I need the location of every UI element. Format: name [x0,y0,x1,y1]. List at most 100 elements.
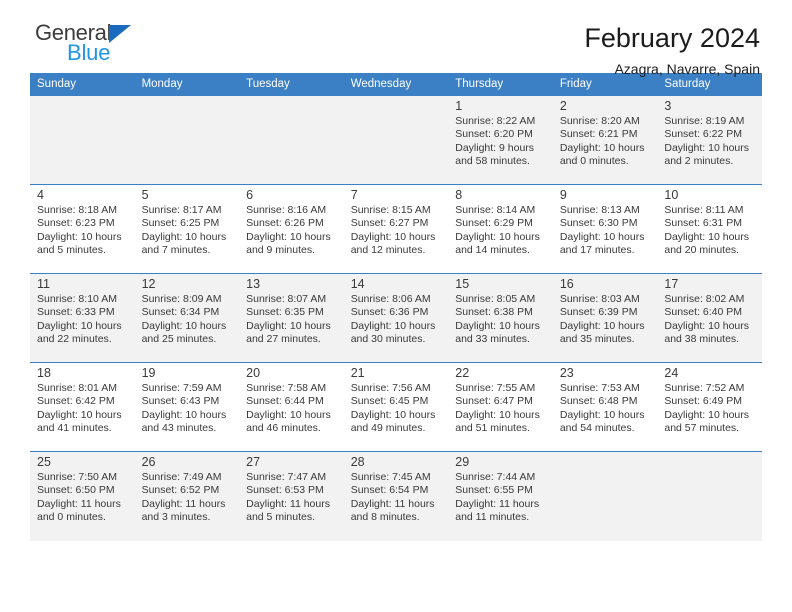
daylight-duration-line1: Daylight: 10 hours [559,319,645,332]
calendar-day-cell[interactable]: 19 Sunrise: 7:59 AM Sunset: 6:43 PM Dayligh… [134,362,240,452]
sunrise-time: Sunrise: 8:20 AM [559,115,640,127]
sunset-time: Sunset: 6:21 PM [559,128,638,141]
general-blue-logo[interactable]: General Blue [30,22,132,64]
day-cell-content [344,96,449,99]
sunrise-time: Sunrise: 8:03 AM [559,293,640,305]
daylight-duration-line2: and 3 minutes. [141,511,211,524]
calendar-day-cell[interactable]: 28 Sunrise: 7:45 AM Sunset: 6:54 PM Dayligh… [343,451,449,541]
day-number: 9 [559,188,567,202]
page-title: February 2024 [584,23,760,53]
day-number: 10 [664,188,679,202]
daylight-duration-line2: and 25 minutes. [141,333,217,346]
day-cell-content: 11 Sunrise: 8:10 AM Sunset: 6:33 PM Dayligh… [30,274,135,347]
sunset-time: Sunset: 6:49 PM [664,395,743,408]
calendar-day-cell[interactable]: 2 Sunrise: 8:20 AM Sunset: 6:21 PM Daylight… [552,95,658,185]
day-sun-info: Sunrise: 7:58 AM Sunset: 6:44 PM Daylight:… [246,382,337,436]
calendar-day-cell[interactable]: 14 Sunrise: 8:06 AM Sunset: 6:36 PM Dayligh… [343,273,449,363]
sunrise-time: Sunrise: 7:52 AM [664,382,745,394]
weekday-header-wednesday: Wednesday [343,73,449,96]
calendar-day-cell[interactable]: 6 Sunrise: 8:16 AM Sunset: 6:26 PM Daylight… [239,184,344,274]
daylight-duration-line2: and 22 minutes. [37,333,112,346]
daylight-duration-line2: and 43 minutes. [141,422,217,435]
sunset-time: Sunset: 6:42 PM [37,395,115,408]
calendar-day-cell[interactable]: 12 Sunrise: 8:09 AM Sunset: 6:34 PM Dayligh… [134,273,240,363]
day-number: 29 [455,455,470,469]
calendar-day-cell[interactable]: 9 Sunrise: 8:13 AM Sunset: 6:30 PM Daylight… [552,184,658,274]
calendar-day-cell[interactable]: 5 Sunrise: 8:17 AM Sunset: 6:25 PM Daylight… [134,184,240,274]
daylight-duration-line2: and 27 minutes. [246,333,321,346]
calendar-day-cell[interactable]: 25 Sunrise: 7:50 AM Sunset: 6:50 PM Dayligh… [30,451,135,541]
daylight-duration-line2: and 9 minutes. [246,244,316,257]
daylight-duration-line2: and 20 minutes. [664,244,740,257]
calendar-day-cell[interactable]: 7 Sunrise: 8:15 AM Sunset: 6:27 PM Daylight… [343,184,449,274]
calendar-week-row: 25 Sunrise: 7:50 AM Sunset: 6:50 PM Dayligh… [30,451,762,541]
sunrise-time: Sunrise: 7:49 AM [141,471,222,483]
calendar-day-cell[interactable]: 16 Sunrise: 8:03 AM Sunset: 6:39 PM Dayligh… [552,273,658,363]
daylight-duration-line1: Daylight: 10 hours [455,408,540,421]
calendar-cell-empty [343,95,449,185]
sunrise-time: Sunrise: 8:01 AM [37,382,117,394]
day-cell-content: 25 Sunrise: 7:50 AM Sunset: 6:50 PM Dayligh… [30,452,135,525]
daylight-duration-line1: Daylight: 10 hours [141,230,227,243]
day-cell-content [135,96,240,99]
calendar-day-cell[interactable]: 3 Sunrise: 8:19 AM Sunset: 6:22 PM Daylight… [657,95,762,185]
day-number: 3 [664,99,672,113]
day-number: 22 [455,366,470,380]
day-cell-content: 13 Sunrise: 8:07 AM Sunset: 6:35 PM Dayligh… [239,274,344,347]
day-cell-content [239,96,344,99]
sunset-time: Sunset: 6:44 PM [246,395,324,408]
calendar-day-cell[interactable]: 18 Sunrise: 8:01 AM Sunset: 6:42 PM Dayligh… [30,362,135,452]
sunrise-time: Sunrise: 7:53 AM [559,382,640,394]
calendar-day-cell[interactable]: 13 Sunrise: 8:07 AM Sunset: 6:35 PM Dayligh… [239,273,344,363]
day-cell-content: 1 Sunrise: 8:22 AM Sunset: 6:20 PM Daylight… [448,96,553,169]
day-sun-info: Sunrise: 8:14 AM Sunset: 6:29 PM Daylight:… [455,204,546,258]
day-cell-content: 23 Sunrise: 7:53 AM Sunset: 6:48 PM Dayligh… [553,363,658,436]
calendar-day-cell[interactable]: 20 Sunrise: 7:58 AM Sunset: 6:44 PM Dayligh… [239,362,344,452]
calendar-day-cell[interactable]: 23 Sunrise: 7:53 AM Sunset: 6:48 PM Dayligh… [552,362,658,452]
day-cell-content: 15 Sunrise: 8:05 AM Sunset: 6:38 PM Dayligh… [448,274,553,347]
day-sun-info: Sunrise: 8:15 AM Sunset: 6:27 PM Daylight:… [351,204,442,258]
calendar-day-cell[interactable]: 26 Sunrise: 7:49 AM Sunset: 6:52 PM Dayligh… [134,451,240,541]
weekday-header-thursday: Thursday [448,73,553,96]
sunset-time: Sunset: 6:43 PM [141,395,220,408]
calendar-week-row: 18 Sunrise: 8:01 AM Sunset: 6:42 PM Dayligh… [30,362,762,452]
sunset-time: Sunset: 6:47 PM [455,395,533,408]
calendar-day-cell[interactable]: 17 Sunrise: 8:02 AM Sunset: 6:40 PM Dayligh… [657,273,762,363]
daylight-duration-line2: and 46 minutes. [246,422,321,435]
calendar-day-cell[interactable]: 15 Sunrise: 8:05 AM Sunset: 6:38 PM Dayligh… [448,273,553,363]
calendar-day-cell[interactable]: 11 Sunrise: 8:10 AM Sunset: 6:33 PM Dayligh… [30,273,135,363]
calendar-day-cell[interactable]: 8 Sunrise: 8:14 AM Sunset: 6:29 PM Daylight… [448,184,553,274]
sunset-time: Sunset: 6:34 PM [141,306,220,319]
day-number: 23 [559,366,574,380]
calendar-day-cell[interactable]: 22 Sunrise: 7:55 AM Sunset: 6:47 PM Dayligh… [448,362,553,452]
calendar-day-cell[interactable]: 4 Sunrise: 8:18 AM Sunset: 6:23 PM Daylight… [30,184,135,274]
calendar-day-cell[interactable]: 1 Sunrise: 8:22 AM Sunset: 6:20 PM Daylight… [448,95,553,185]
calendar-day-cell[interactable]: 24 Sunrise: 7:52 AM Sunset: 6:49 PM Dayligh… [657,362,762,452]
calendar-day-cell[interactable]: 10 Sunrise: 8:11 AM Sunset: 6:31 PM Dayligh… [657,184,762,274]
calendar-day-cell[interactable]: 29 Sunrise: 7:44 AM Sunset: 6:55 PM Dayligh… [448,451,553,541]
daylight-duration-line1: Daylight: 10 hours [664,319,750,332]
day-cell-content: 3 Sunrise: 8:19 AM Sunset: 6:22 PM Daylight… [657,96,762,169]
sunset-time: Sunset: 6:55 PM [455,484,533,497]
daylight-duration-line1: Daylight: 10 hours [559,230,645,243]
sunset-time: Sunset: 6:25 PM [141,217,220,230]
sunrise-time: Sunrise: 8:19 AM [664,115,745,127]
sunset-time: Sunset: 6:35 PM [246,306,324,319]
daylight-duration-line2: and 12 minutes. [350,244,426,257]
day-cell-content: 5 Sunrise: 8:17 AM Sunset: 6:25 PM Daylight… [135,185,240,258]
daylight-duration-line2: and 35 minutes. [559,333,635,346]
daylight-duration-line2: and 41 minutes. [37,422,112,435]
day-number: 28 [350,455,365,469]
calendar-day-cell[interactable]: 27 Sunrise: 7:47 AM Sunset: 6:53 PM Dayligh… [239,451,344,541]
sunset-time: Sunset: 6:40 PM [664,306,743,319]
calendar-day-cell[interactable]: 21 Sunrise: 7:56 AM Sunset: 6:45 PM Dayligh… [343,362,449,452]
day-number: 14 [350,277,365,291]
daylight-duration-line2: and 2 minutes. [664,155,734,168]
day-sun-info: Sunrise: 8:01 AM Sunset: 6:42 PM Daylight:… [37,382,128,436]
sunrise-time: Sunrise: 8:05 AM [455,293,536,305]
daylight-duration-line1: Daylight: 10 hours [559,141,645,154]
daylight-duration-line1: Daylight: 10 hours [350,230,436,243]
day-sun-info: Sunrise: 8:19 AM Sunset: 6:22 PM Daylight:… [664,115,755,169]
logo-triangle-icon [109,25,132,43]
sunrise-time: Sunrise: 8:22 AM [455,115,536,127]
